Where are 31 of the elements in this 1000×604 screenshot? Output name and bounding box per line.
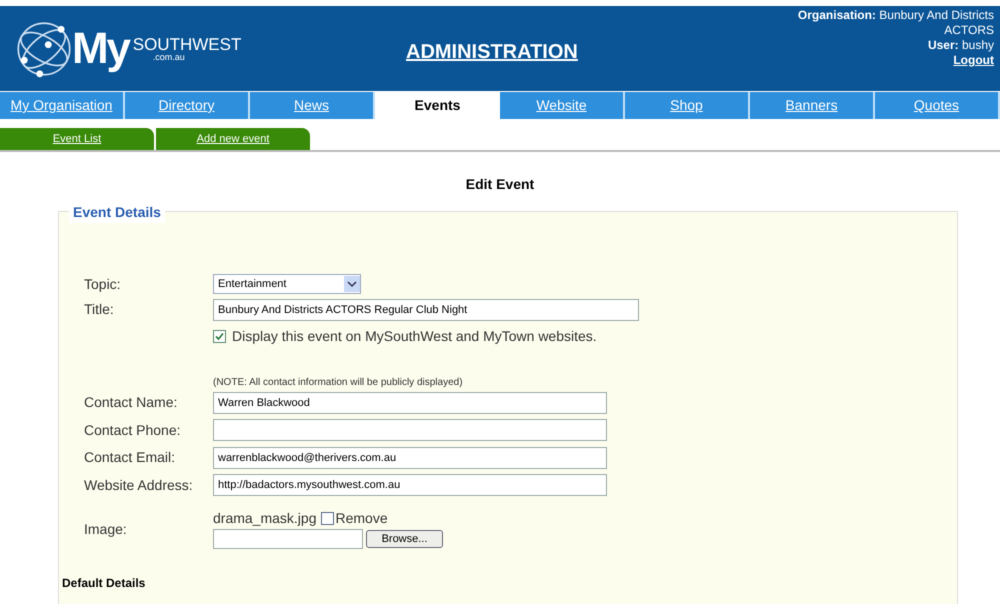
user-text: User: bushy — [928, 38, 994, 53]
image-filename: drama_mask.jpg — [213, 508, 316, 528]
checkbox[interactable] — [320, 512, 334, 524]
sub-tab[interactable]: Event List — [0, 128, 154, 150]
file-field[interactable] — [213, 529, 363, 549]
checkbox-label: Display this event on MySouthWest and MyTown websites. — [232, 326, 597, 346]
field-label: Title: — [84, 300, 115, 319]
administration-link[interactable]: ADMINISTRATION — [406, 37, 578, 67]
sub-tab[interactable]: Add new event — [156, 128, 310, 150]
logo-text: SOUTHWEST — [132, 36, 242, 52]
logo-my: My — [72, 26, 129, 70]
logout-link[interactable]: Logout — [953, 53, 994, 68]
note-text: (NOTE: All contact information will be publicly displayed) — [213, 377, 463, 388]
text-field[interactable]: http://badactors.mysouthwest.com.au — [213, 474, 607, 496]
field-label: Topic: — [84, 274, 122, 294]
text-field[interactable]: Bunbury And Districts ACTORS Regular Club Night — [213, 298, 639, 320]
field-label: Image: — [84, 520, 128, 539]
section-heading: Default Details — [62, 576, 146, 590]
topic-dropdown[interactable]: Entertainment — [213, 274, 361, 294]
text-field[interactable]: Warren Blackwood — [213, 392, 607, 414]
text-field[interactable]: warrenblackwood@therivers.com.au — [213, 446, 607, 469]
text-field[interactable] — [213, 419, 607, 442]
field-label: Contact Name: — [84, 393, 178, 412]
browse-button[interactable]: Browse... — [366, 530, 443, 548]
checkbox[interactable] — [213, 330, 226, 342]
page-title: Edit Event — [466, 176, 534, 192]
field-label: Website Address: — [84, 476, 194, 495]
field-label: Contact Phone: — [84, 420, 182, 440]
checkbox-label: Remove — [336, 508, 388, 528]
logo-subtext: .com.au — [152, 52, 186, 62]
field-label: Contact Email: — [84, 448, 176, 468]
